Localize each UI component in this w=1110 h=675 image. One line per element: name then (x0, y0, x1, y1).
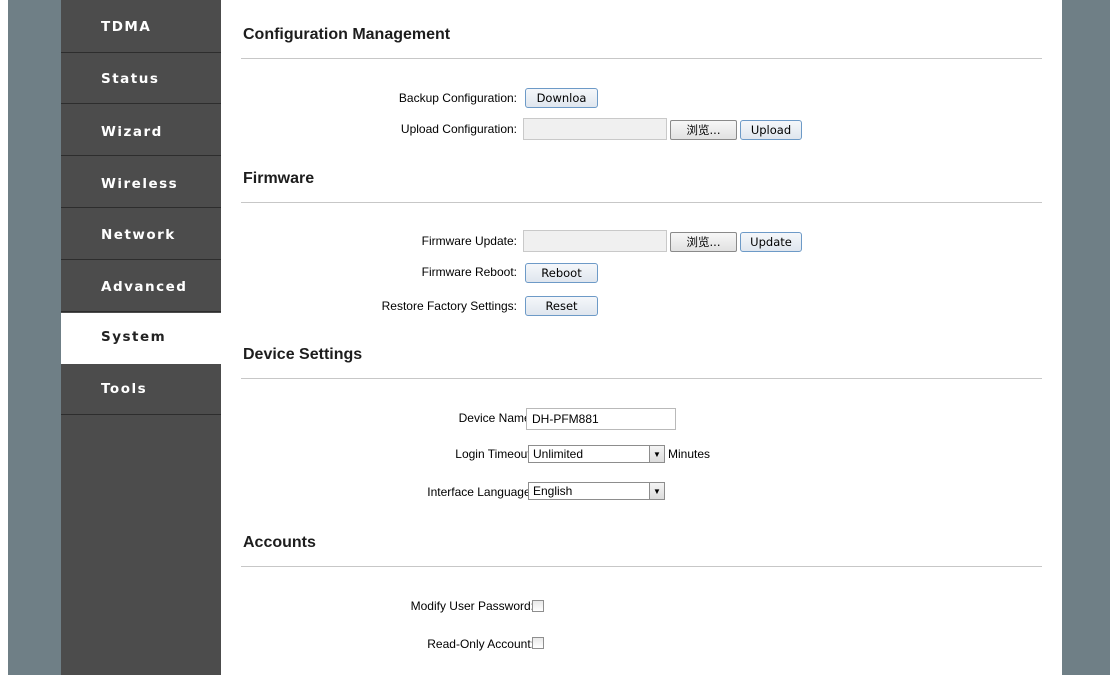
nav-item-tools[interactable]: Tools (61, 364, 221, 415)
firmware-reboot-label: Firmware Reboot: (421, 265, 517, 279)
nav-item-label: TDMA (101, 19, 152, 35)
chevron-down-icon: ▼ (649, 446, 664, 462)
nav-item-label: Advanced (101, 279, 188, 295)
interface-language-value: English (533, 484, 573, 498)
login-timeout-unit: Minutes (668, 447, 711, 461)
nav-item-label: Network (101, 227, 176, 243)
section-divider (241, 378, 1042, 379)
nav-item-status[interactable]: Status (61, 53, 221, 104)
section-title-accounts: Accounts (243, 534, 316, 551)
nav-item-wizard[interactable]: Wizard (61, 105, 221, 156)
sidebar-nav: TDMA Status Wizard Wireless Network Adva… (61, 0, 221, 675)
section-divider (241, 566, 1042, 567)
left-gutter (0, 0, 8, 675)
nav-item-label: System (101, 329, 167, 345)
login-timeout-select[interactable]: Unlimited ▼ (528, 445, 665, 463)
right-rail (1062, 0, 1110, 675)
firmware-file-field[interactable] (523, 230, 667, 252)
interface-language-select[interactable]: English ▼ (528, 482, 665, 500)
section-divider (241, 202, 1042, 203)
device-name-label: Device Name: (458, 411, 534, 425)
nav-item-wireless[interactable]: Wireless (61, 157, 221, 208)
chevron-down-icon: ▼ (649, 483, 664, 499)
upload-configuration-label: Upload Configuration: (400, 122, 517, 136)
section-title-firmware: Firmware (243, 170, 315, 187)
modify-user-password-checkbox[interactable] (532, 600, 544, 612)
upload-button[interactable]: Upload (740, 120, 802, 140)
main-content: Configuration Management Backup Configur… (221, 0, 1062, 675)
browse-button[interactable]: 浏览... (670, 232, 737, 252)
nav-item-label: Tools (101, 381, 148, 397)
nav-item-advanced[interactable]: Advanced (61, 261, 221, 312)
device-name-input[interactable] (526, 408, 676, 430)
backup-configuration-label: Backup Configuration: (398, 91, 517, 105)
section-title-device-settings: Device Settings (243, 346, 363, 363)
interface-language-label: Interface Language: (427, 485, 534, 499)
modify-user-password-label: Modify User Password: (410, 599, 534, 613)
reboot-button[interactable]: Reboot (525, 263, 598, 283)
nav-item-network[interactable]: Network (61, 209, 221, 260)
update-button[interactable]: Update (740, 232, 802, 252)
download-button[interactable]: Downloa (525, 88, 598, 108)
section-title-configuration: Configuration Management (243, 26, 451, 43)
nav-item-label: Wireless (101, 176, 179, 192)
login-timeout-value: Unlimited (533, 447, 584, 461)
left-rail (8, 0, 61, 675)
upload-file-field[interactable] (523, 118, 667, 140)
nav-item-system[interactable]: System (61, 313, 221, 364)
firmware-update-label: Firmware Update: (421, 234, 517, 248)
read-only-account-checkbox[interactable] (532, 637, 544, 649)
browse-button[interactable]: 浏览... (670, 120, 737, 140)
read-only-account-label: Read-Only Account: (427, 637, 534, 651)
reset-button[interactable]: Reset (525, 296, 598, 316)
nav-item-label: Status (101, 71, 160, 87)
restore-factory-label: Restore Factory Settings: (381, 299, 517, 313)
nav-item-tdma[interactable]: TDMA (61, 0, 221, 53)
section-divider (241, 58, 1042, 59)
login-timeout-label: Login Timeout: (455, 447, 534, 461)
nav-item-label: Wizard (101, 124, 163, 140)
